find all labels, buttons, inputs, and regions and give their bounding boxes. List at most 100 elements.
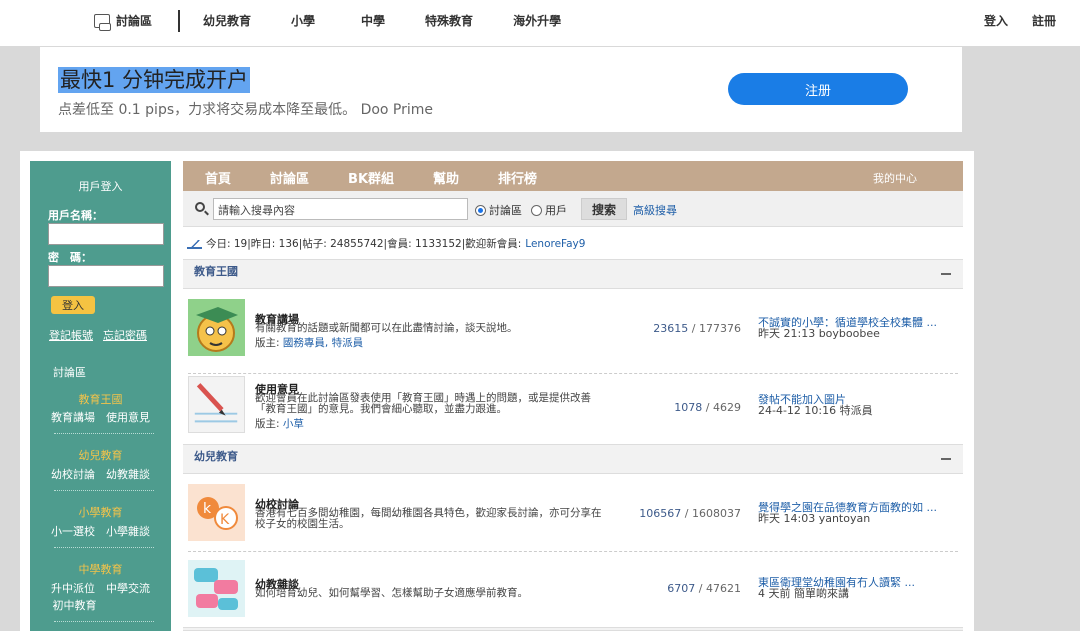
password-input[interactable] — [48, 265, 164, 287]
register-account-link[interactable]: 登記帳號 — [49, 327, 93, 343]
section-header-kindergarten: 幼兒教育 — [183, 444, 963, 474]
sidebar-divider — [54, 433, 154, 434]
sidebar-category-secondary[interactable]: 中學教育 — [30, 561, 171, 577]
menu-ranking[interactable]: 排行榜 — [498, 168, 537, 187]
thread-count: 106567 — [639, 507, 682, 520]
collapse-icon[interactable] — [941, 273, 951, 275]
username-label: 用戶名稱： — [48, 209, 103, 222]
menu-bk-groups[interactable]: BK群組 — [348, 168, 394, 187]
ad-subtext: 点差低至 0.1 pips，力求将交易成本降至最低。 Doo Prime — [58, 102, 434, 118]
sidebar-category-primary[interactable]: 小學教育 — [30, 504, 171, 520]
last-post-meta: 24-4-12 10:16 特派員 — [758, 404, 873, 417]
nav-link-secondary[interactable]: 中學 — [361, 12, 385, 29]
forum-counts: 1078 / 4629 — [674, 401, 741, 414]
sidebar-category-edu-kingdom[interactable]: 教育王國 — [30, 391, 171, 407]
last-post: 發帖不能加入圖片 24-4-12 10:16 特派員 — [758, 394, 958, 416]
my-center-link[interactable]: 我的中心 — [873, 170, 917, 186]
forum-nav-link[interactable]: 討論區 — [94, 12, 152, 31]
username-input[interactable] — [48, 223, 164, 245]
nav-link-overseas[interactable]: 海外升學 — [513, 12, 561, 29]
sidebar-divider — [54, 547, 154, 548]
forum-thumbnail-icon[interactable]: k K — [188, 484, 245, 541]
sidebar-subforums-secondary-2[interactable]: 初中教育 — [4, 597, 145, 613]
menu-forum[interactable]: 討論區 — [270, 168, 309, 187]
sidebar-divider — [54, 621, 154, 622]
moderator-links[interactable]: 國務專員, 特派員 — [283, 337, 363, 349]
newest-member-link[interactable]: LenoreFay9 — [525, 238, 585, 250]
thread-count: 6707 — [667, 582, 696, 595]
password-label: 密 碼： — [48, 251, 92, 264]
forum-panel: 用戶登入 用戶名稱： 密 碼： 登入 登記帳號 忘記密碼 討論區 教育王國 教育… — [20, 151, 974, 631]
search-button[interactable]: 搜索 — [581, 198, 627, 220]
sidebar-forum-label[interactable]: 討論區 — [53, 364, 86, 380]
menu-help[interactable]: 幫助 — [433, 168, 459, 187]
search-input[interactable]: 請輸入搜尋內容 — [213, 198, 468, 220]
post-count: 1608037 — [692, 507, 741, 520]
last-post: 不誠實的小學：循道學校全校集體 ... 昨天 21:13 boyboobee — [758, 317, 958, 339]
account-links: 登記帳號 忘記密碼 — [49, 327, 147, 343]
sidebar: 用戶登入 用戶名稱： 密 碼： 登入 登記帳號 忘記密碼 討論區 教育王國 教育… — [30, 161, 171, 631]
top-navigation: 討論區 幼兒教育 小學 中學 特殊教育 海外升學 登入 註冊 — [0, 0, 1080, 46]
auth-links: 登入 註冊 — [984, 12, 1056, 29]
ad-headline: 最快1 分钟完成开户 — [58, 67, 251, 93]
forum-counts: 23615 / 177376 — [653, 322, 741, 335]
sidebar-subforums-edu-kingdom[interactable]: 教育講場 使用意見 — [30, 409, 171, 425]
search-icon — [195, 202, 205, 212]
forum-stats: 今日: 19|昨日: 136|帖子: 24855742|會員: 1133152|… — [187, 236, 585, 251]
post-count: 4629 — [713, 401, 741, 414]
last-post-meta: 昨天 14:03 yantoyan — [758, 512, 871, 525]
svg-text:K: K — [220, 512, 230, 528]
last-post-meta: 昨天 21:13 boyboobee — [758, 327, 880, 340]
forum-row-kindergarten-discussion: k K 幼校討論 香港有七百多間幼稚園，每間幼稚園各具特色，歡迎家長討論，亦可分… — [183, 474, 963, 552]
nav-links: 幼兒教育 小學 中學 特殊教育 海外升學 — [203, 12, 601, 29]
register-link[interactable]: 註冊 — [1032, 12, 1056, 29]
section-title[interactable]: 教育王國 — [194, 263, 238, 279]
moderator-links[interactable]: 小草 — [283, 418, 304, 430]
search-scope-user-label: 用戶 — [545, 204, 567, 217]
section-header-edu-kingdom: 教育王國 — [183, 259, 963, 289]
forum-counts: 6707 / 47621 — [667, 582, 741, 595]
collapse-icon[interactable] — [941, 458, 951, 460]
nav-separator — [178, 10, 180, 32]
login-button[interactable]: 登入 — [51, 296, 95, 314]
login-title: 用戶登入 — [78, 180, 123, 193]
login-link[interactable]: 登入 — [984, 12, 1008, 29]
nav-link-primary[interactable]: 小學 — [291, 12, 315, 29]
thread-count: 23615 — [653, 322, 689, 335]
sidebar-divider — [54, 490, 154, 491]
forum-counts: 106567 / 1608037 — [639, 507, 741, 520]
search-scope-user[interactable]: 用戶 — [531, 202, 567, 218]
forum-menu-bar: 首頁 討論區 BK群組 幫助 排行榜 我的中心 — [183, 161, 963, 191]
svg-text:k: k — [203, 501, 212, 517]
section-title[interactable]: 幼兒教育 — [194, 448, 238, 464]
last-post: 東區衛理堂幼稚園有冇人讀緊 ... 4 天前 簡單啲來講 — [758, 577, 958, 599]
sidebar-category-kindergarten[interactable]: 幼兒教育 — [30, 447, 171, 463]
forgot-password-link[interactable]: 忘記密碼 — [103, 327, 147, 343]
last-post: 覺得學之園在品德教育方面教的如 ... 昨天 14:03 yantoyan — [758, 502, 958, 524]
forum-thumbnail-icon[interactable] — [188, 376, 245, 433]
search-scope-forum[interactable]: 討論區 — [475, 202, 522, 218]
sidebar-subforums-kindergarten[interactable]: 幼校討論 幼教雜談 — [30, 466, 171, 482]
sidebar-subforums-primary[interactable]: 小一選校 小學雜談 — [30, 523, 171, 539]
section-header-next — [183, 627, 963, 631]
ad-banner[interactable]: 最快1 分钟完成开户 点差低至 0.1 pips，力求将交易成本降至最低。 Do… — [40, 47, 962, 132]
moderator-label: 版主: — [255, 337, 280, 349]
search-scope-forum-label: 討論區 — [489, 204, 522, 217]
forum-row-edu-forum: 教育講場 有關教育的話題或新聞都可以在此盡情討論，談天說地。 版主: 國務專員,… — [183, 289, 963, 374]
radio-checked-icon — [475, 204, 486, 216]
last-post-meta: 4 天前 簡單啲來講 — [758, 587, 849, 600]
post-count: 177376 — [699, 322, 741, 335]
post-count: 47621 — [706, 582, 741, 595]
sidebar-subforums-secondary[interactable]: 升中派位 中學交流 — [30, 580, 171, 596]
menu-home[interactable]: 首頁 — [205, 168, 231, 187]
forum-thumbnail-icon[interactable] — [188, 560, 245, 617]
chat-bubbles-icon — [94, 13, 111, 31]
search-row: 請輸入搜尋內容 討論區 用戶 搜索 高級搜尋 — [183, 191, 963, 227]
nav-link-kindergarten[interactable]: 幼兒教育 — [203, 12, 251, 29]
ad-register-button[interactable]: 注册 — [728, 73, 908, 105]
nav-link-special-education[interactable]: 特殊教育 — [425, 12, 473, 29]
advanced-search-link[interactable]: 高級搜尋 — [633, 202, 677, 218]
forum-thumbnail-icon[interactable] — [188, 299, 245, 356]
radio-unchecked-icon — [531, 204, 542, 216]
stats-text: 今日: 19|昨日: 136|帖子: 24855742|會員: 1133152|… — [206, 238, 522, 250]
